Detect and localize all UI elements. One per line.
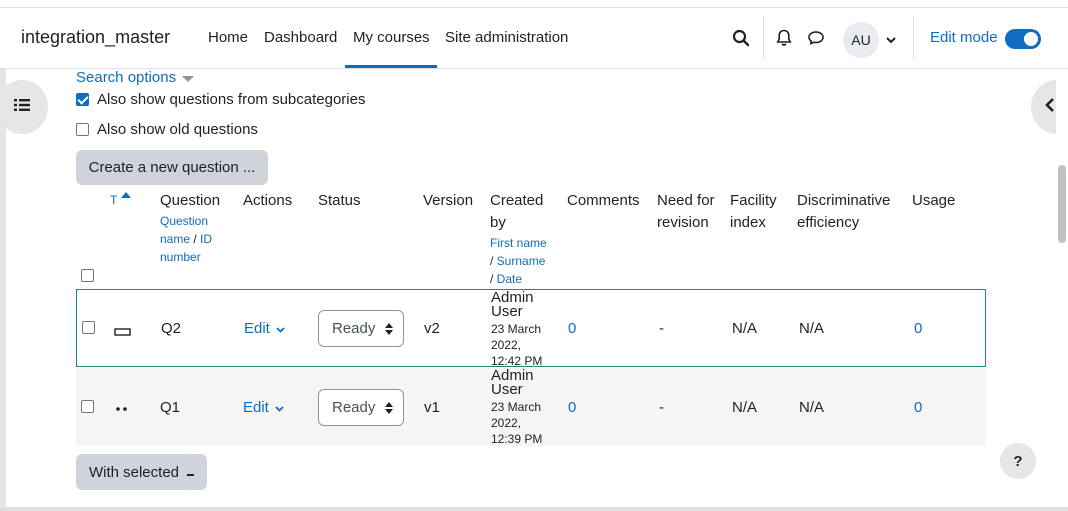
nav-active-indicator [345,65,437,68]
navbar-divider [763,16,764,60]
chevron-left-icon [1045,98,1055,116]
select-all-checkbox[interactable] [81,269,94,282]
help-button[interactable]: ? [1000,443,1036,479]
created-by-name: Admin User [491,289,534,320]
subcategories-checkbox[interactable] [76,93,89,106]
status-value: Ready [332,399,376,416]
nav-my-courses[interactable]: My courses [353,29,430,46]
version: v1 [424,399,440,416]
version: v2 [424,320,440,337]
nav-dashboard[interactable]: Dashboard [264,29,337,46]
facility-index: N/A [732,320,758,337]
created-by: Admin User 23 March 2022, 12:42 PM [491,289,553,369]
created-date: 23 March 2022, 12:42 PM [491,322,543,368]
scrollbar-thumb[interactable] [1058,165,1066,243]
created-by-header-label: Created by [490,192,544,231]
row-select-checkbox[interactable] [82,321,95,334]
search-icon[interactable] [731,28,751,48]
edit-menu[interactable]: Edit [244,320,285,337]
scrollbar-track[interactable] [1056,69,1068,507]
question-name: Q2 [161,320,182,337]
version-header: Version [423,192,474,209]
edit-label[interactable]: Edit [244,320,270,337]
old-questions-checkbox[interactable] [76,123,89,136]
matching-icon [114,401,130,418]
status-select[interactable]: Ready [318,310,404,347]
nav-site-administration[interactable]: Site administration [445,29,568,46]
search-options-label[interactable]: Search options [76,69,176,86]
bottom-scroll-bar [0,507,1068,511]
old-questions-option: Also show old questions [76,121,258,138]
page-left-border [0,69,6,511]
created-by-name: Admin User [491,367,534,398]
facility-index: N/A [732,399,758,416]
chevron-down-icon [275,399,284,416]
sort-by-date[interactable]: Date [497,272,522,286]
created-by: Admin User 23 March 2022, 12:39 PM [491,367,553,447]
created-date: 23 March 2022, 12:39 PM [491,400,543,446]
chevron-down-icon[interactable] [885,30,897,50]
usage-count[interactable]: 0 [914,399,922,416]
user-avatar[interactable]: AU [843,22,879,58]
comments-count[interactable]: 0 [568,399,576,416]
status-header: Status [318,192,361,209]
edit-label[interactable]: Edit [243,399,269,416]
need-revision-header: Need for revision [657,192,715,231]
table-row[interactable]: Q2 Edit Ready v2 Admin User 23 March 202… [76,289,986,369]
discriminative-efficiency: N/A [799,399,825,416]
create-question-button[interactable]: Create a new question ... [76,150,268,185]
site-brand[interactable]: integration_master [21,27,170,48]
discriminative-efficiency: N/A [799,320,825,337]
type-header-label[interactable]: T [110,193,117,207]
need-revision: - [659,320,664,337]
table-row[interactable]: Q1 Edit Ready v1 Admin User 23 March 202… [76,368,986,446]
select-arrows-icon [385,402,393,414]
row-select-checkbox[interactable] [81,400,94,413]
open-course-index-button[interactable] [0,80,48,134]
created-by-header: Created by First name / Surname / Date [490,190,552,288]
navbar: integration_master Home Dashboard My cou… [0,8,1068,69]
comments-count[interactable]: 0 [568,320,576,337]
short-answer-icon [114,324,132,341]
status-select[interactable]: Ready [318,389,404,426]
sort-asc-icon [121,192,132,198]
old-questions-label[interactable]: Also show old questions [97,121,258,138]
subcategories-label[interactable]: Also show questions from subcategories [97,91,365,108]
list-icon [14,98,30,116]
edit-mode-label[interactable]: Edit mode [930,29,998,46]
search-options-toggle[interactable]: Search options [76,69,195,86]
bell-icon[interactable] [774,28,794,48]
sort-by-first-name[interactable]: First name [490,234,552,252]
caret-down-icon [182,75,195,82]
edit-mode-toggle[interactable] [1005,29,1041,49]
actions-header: Actions [243,192,293,209]
subcategories-option: Also show questions from subcategories [76,91,365,108]
sort-by-surname[interactable]: Surname [497,254,546,268]
edit-menu[interactable]: Edit [243,399,284,416]
question-header: Question Question name / ID number [160,190,240,266]
comments-header: Comments [567,192,640,209]
usage-header: Usage [912,192,956,209]
need-revision: - [659,399,664,416]
caret-up-icon [187,474,195,476]
browser-top-strip [0,0,1068,8]
discriminative-efficiency-header: Discriminative efficiency [797,192,891,231]
sort-by-type-header[interactable]: T [110,189,132,211]
message-icon[interactable] [806,28,826,48]
chevron-down-icon [276,320,285,337]
usage-count[interactable]: 0 [914,320,922,337]
facility-index-header: Facility index [730,192,777,231]
with-selected-button[interactable]: With selected [76,454,207,490]
select-arrows-icon [385,323,393,335]
status-value: Ready [332,320,376,337]
with-selected-label[interactable]: With selected [89,464,179,481]
question-name: Q1 [160,399,181,416]
question-header-label: Question [160,192,221,209]
navbar-divider [913,16,914,60]
nav-home[interactable]: Home [208,29,248,46]
